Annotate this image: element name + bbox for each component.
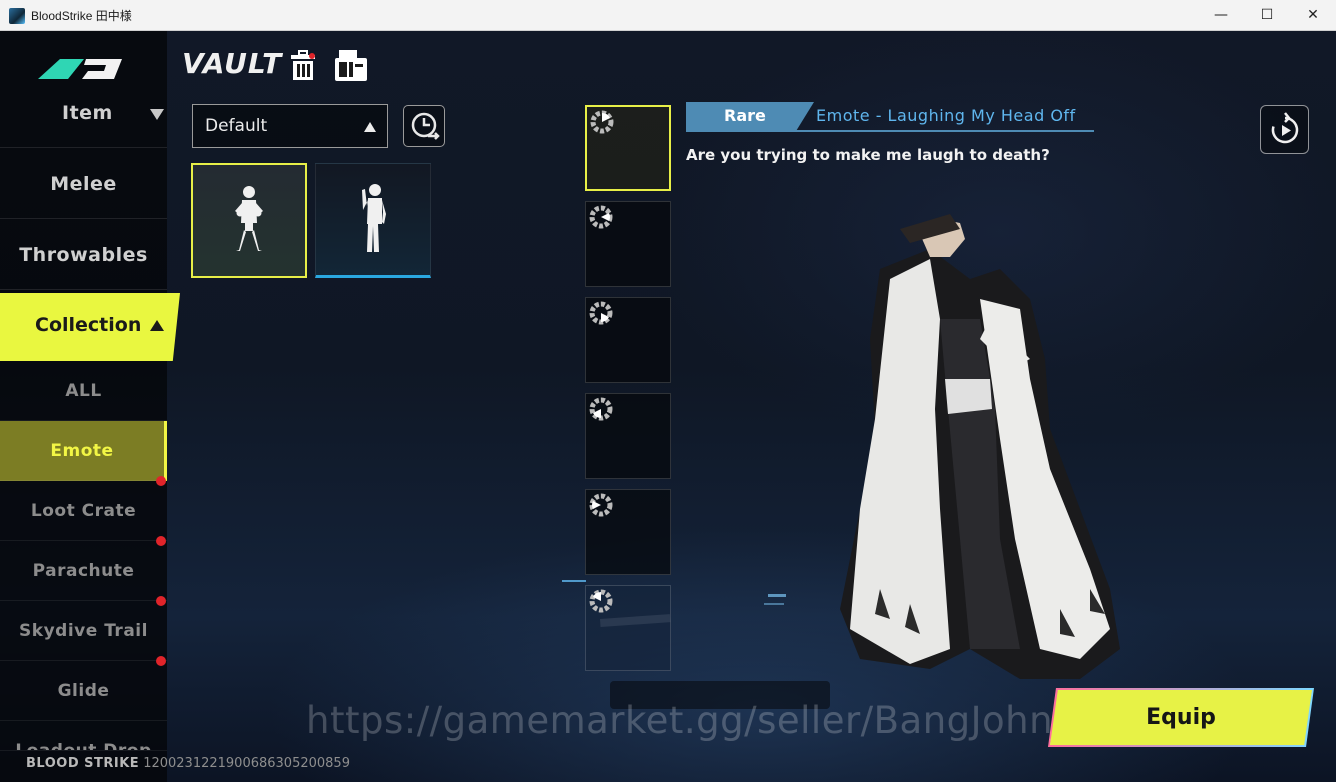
notification-badge — [156, 656, 166, 666]
trash-icon[interactable] — [290, 50, 316, 81]
history-button[interactable] — [403, 105, 445, 147]
subitem-label: Skydive Trail — [19, 621, 148, 641]
page-title: VAULT — [182, 47, 283, 80]
sidebar: Item Melee Throwables Collection ALL Emo… — [0, 31, 180, 782]
locker-icon[interactable] — [335, 50, 367, 81]
category-dropdown[interactable]: Item — [0, 78, 167, 148]
footer-player-id: BLOOD STRIKE 1200231221900686305200859 — [26, 756, 350, 771]
rarity-badge: Rare — [686, 102, 814, 131]
wheel-slot-icon — [589, 493, 613, 517]
emote-slot-2[interactable] — [585, 201, 671, 287]
item-name: Emote - Laughing My Head Off — [816, 106, 1076, 125]
sidebar-item-throwables[interactable]: Throwables — [0, 220, 167, 290]
watermark-text: https://gamemarket.gg/seller/BangJohn — [306, 699, 1054, 742]
subitem-parachute[interactable]: Parachute — [0, 536, 167, 601]
subitem-loot-crate[interactable]: Loot Crate — [0, 476, 167, 541]
emote-slot-5[interactable] — [585, 489, 671, 575]
subitem-glide[interactable]: Glide — [0, 656, 167, 721]
close-button[interactable]: ✕ — [1290, 0, 1336, 31]
replay-icon — [1271, 112, 1299, 144]
chevron-up-icon — [150, 320, 164, 331]
emote-slot-4[interactable] — [585, 393, 671, 479]
boxing-pose-icon — [235, 186, 263, 251]
subitem-label: Glide — [57, 681, 110, 701]
subitem-all[interactable]: ALL — [0, 361, 167, 421]
collection-label: Collection — [35, 314, 142, 336]
notification-badge — [156, 596, 166, 606]
emote-slot-1[interactable] — [585, 105, 671, 191]
rarity-underline — [686, 130, 1094, 132]
wheel-slot-icon — [589, 205, 613, 229]
subitem-skydive-trail[interactable]: Skydive Trail — [0, 596, 167, 661]
notification-badge — [156, 476, 166, 486]
wheel-slot-icon — [589, 397, 613, 421]
emote-slot-6[interactable] — [585, 585, 671, 671]
equip-button[interactable]: Equip — [1050, 690, 1312, 745]
emote-card-wave[interactable] — [315, 163, 431, 278]
character-preview — [840, 214, 1120, 679]
dropdown-value: Default — [205, 116, 268, 136]
footer-brand: BLOOD STRIKE — [26, 756, 140, 771]
rarity-label: Rare — [724, 106, 766, 125]
subitem-emote[interactable]: Emote — [0, 421, 167, 481]
subitem-loadout-drop[interactable]: Loadout Drop — [0, 721, 167, 751]
emote-card-boxing[interactable] — [191, 163, 307, 278]
subitem-label: Loot Crate — [30, 501, 137, 521]
wheel-slot-icon — [589, 301, 613, 325]
player-id: 1200231221900686305200859 — [143, 756, 350, 771]
window-titlebar: BloodStrike 田中様 — ☐ ✕ — [0, 0, 1336, 31]
window-title: BloodStrike 田中様 — [31, 9, 132, 23]
subitem-label: Parachute — [32, 561, 135, 581]
maximize-button[interactable]: ☐ — [1244, 0, 1290, 31]
item-description: Are you trying to make me laugh to death… — [686, 146, 1050, 164]
sidebar-item-collection[interactable]: Collection — [0, 293, 180, 361]
caret-up-icon — [364, 122, 376, 132]
history-icon — [411, 112, 440, 140]
emote-slot-3[interactable] — [585, 297, 671, 383]
sidebar-item-melee[interactable]: Melee — [0, 149, 167, 219]
minimize-button[interactable]: — — [1198, 0, 1244, 31]
wheel-slot-icon — [590, 110, 614, 134]
game-viewport: Item Melee Throwables Collection ALL Emo… — [0, 31, 1336, 782]
chevron-down-icon — [150, 109, 164, 120]
notification-badge — [156, 536, 166, 546]
category-label: Item — [62, 102, 113, 124]
app-icon — [9, 8, 25, 24]
equip-label: Equip — [1146, 705, 1216, 730]
sort-filter-dropdown[interactable]: Default — [192, 104, 388, 148]
replay-button[interactable] — [1260, 105, 1309, 154]
wheel-slot-icon — [589, 589, 613, 613]
wave-pose-icon — [362, 184, 386, 252]
